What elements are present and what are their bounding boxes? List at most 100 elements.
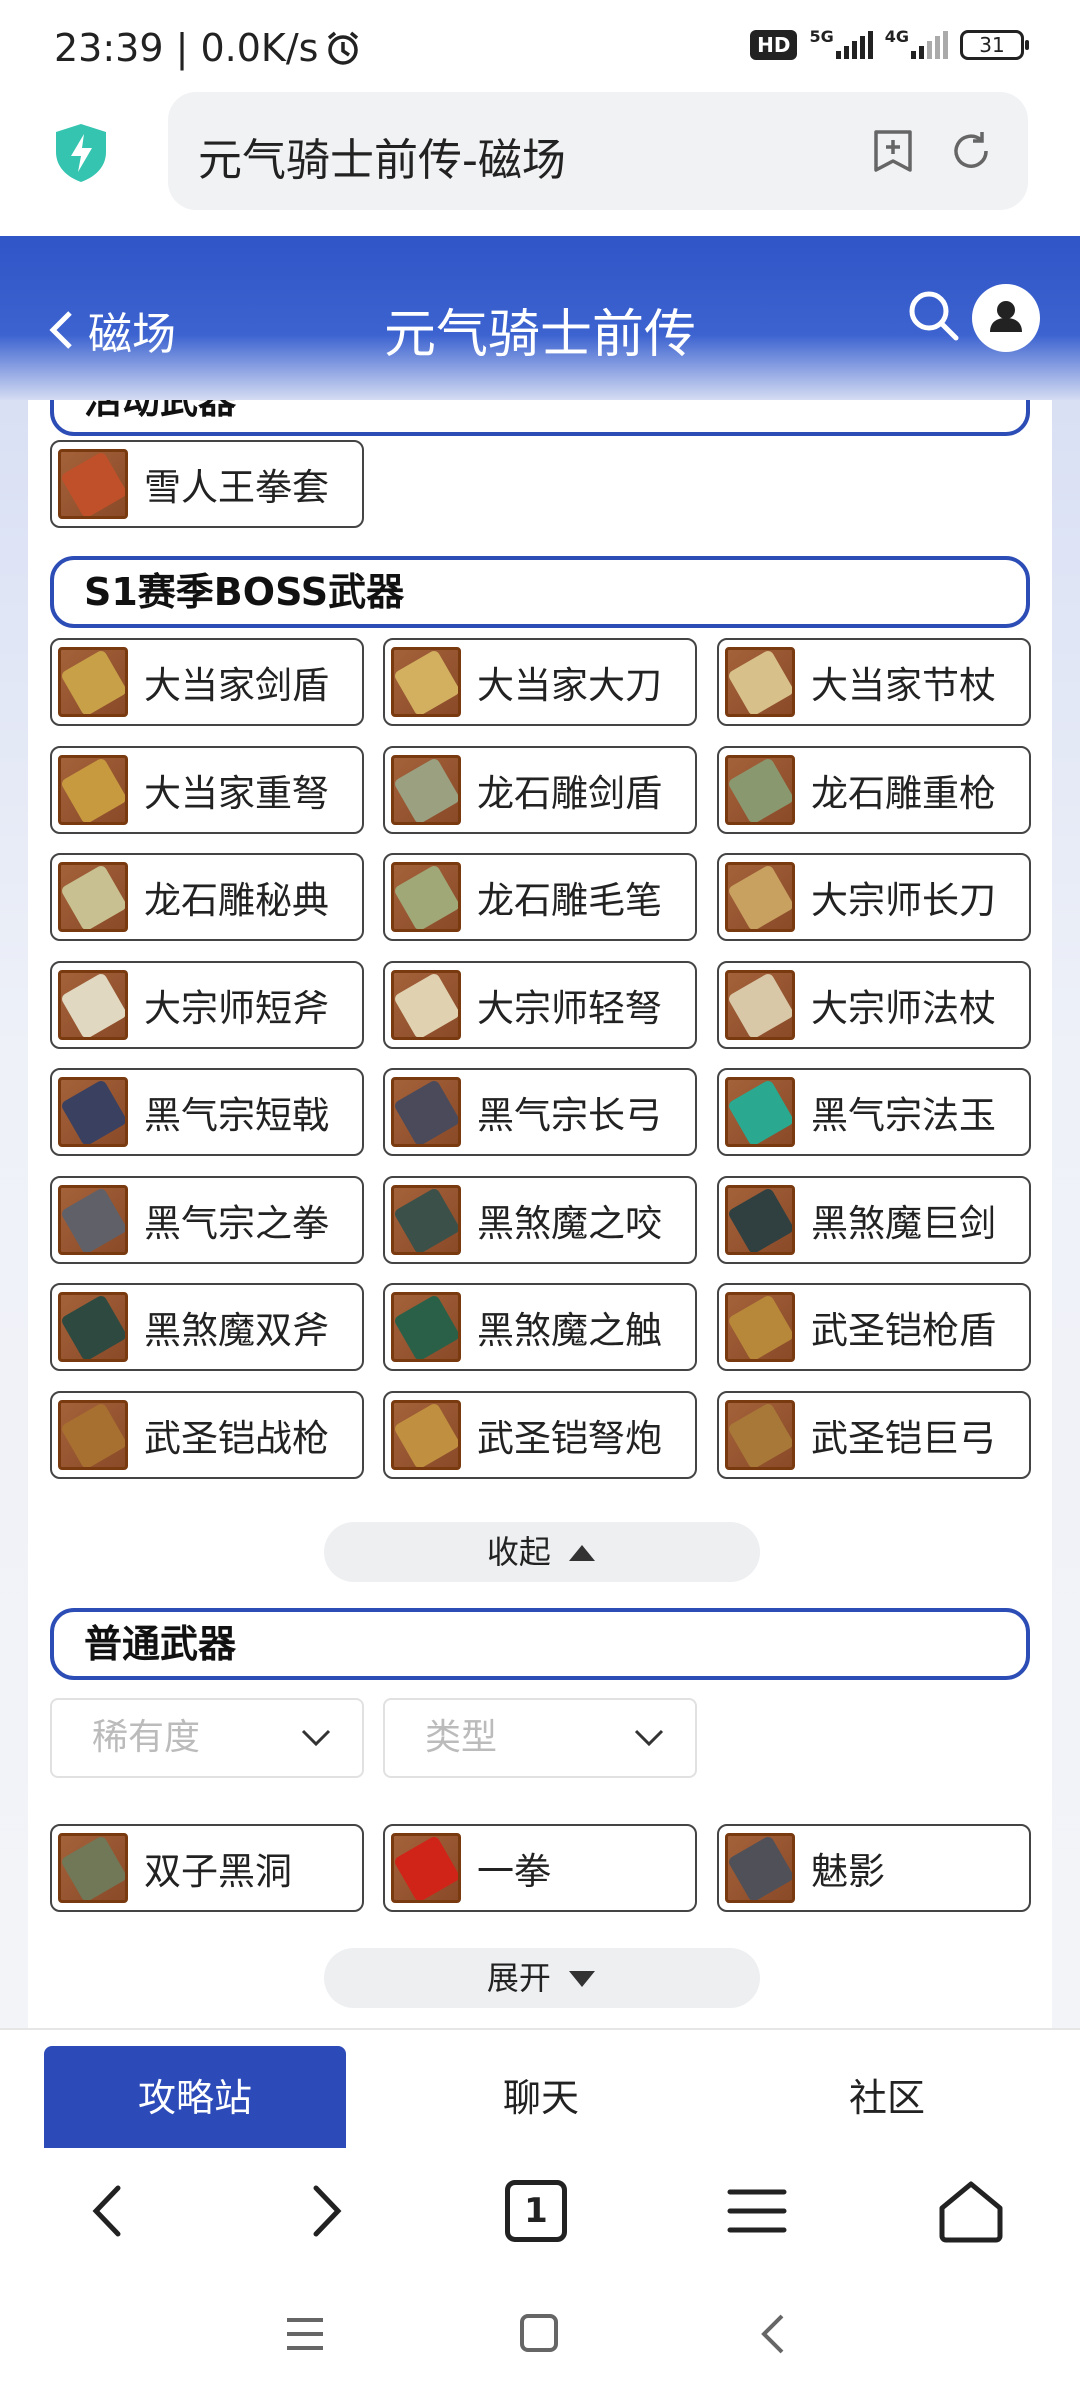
browser-nav-bar: 1	[0, 2148, 1080, 2268]
heavy-crossbow-icon	[58, 754, 128, 825]
signal-icon	[911, 31, 948, 59]
status-bar: 23:39 | 0.0K/s HD 5G 4G 31	[0, 0, 1080, 92]
add-bookmark-icon[interactable]	[870, 128, 916, 174]
tabs-count-button[interactable]: 1	[505, 2180, 567, 2242]
triangle-up-icon	[569, 1545, 596, 1561]
dragon-sword-shield-icon	[391, 754, 461, 825]
weapon-card[interactable]: 大当家大刀	[383, 638, 697, 726]
weapon-card[interactable]: 大宗师短斧	[50, 960, 364, 1049]
weapon-card[interactable]: 龙石雕秘典	[50, 853, 364, 941]
weapon-card[interactable]: 龙石雕毛笔	[383, 853, 697, 941]
weapon-label: 大宗师法杖	[811, 986, 996, 1030]
weapon-label: 武圣铠战枪	[144, 1416, 329, 1460]
tome-icon	[58, 862, 128, 932]
reload-icon[interactable]	[948, 128, 994, 174]
alarm-icon	[328, 31, 359, 65]
back-arrow-icon[interactable]	[74, 2176, 144, 2246]
forward-arrow-icon[interactable]	[290, 2176, 360, 2246]
weapon-card[interactable]: 黑煞魔之触	[383, 1283, 697, 1371]
weapon-card[interactable]: 大宗师轻弩	[383, 960, 697, 1049]
weapon-card[interactable]: 黑气宗法玉	[717, 1068, 1031, 1156]
weapon-label: 龙石雕毛笔	[477, 879, 662, 922]
weapon-card[interactable]: 武圣铠巨弓	[717, 1390, 1031, 1479]
weapon-card[interactable]: 龙石雕剑盾	[383, 745, 697, 834]
weapon-label: 龙石雕重枪	[811, 771, 996, 815]
weapon-label: 魅影	[811, 1850, 885, 1893]
triangle-down-icon	[569, 1971, 596, 1987]
weapon-card[interactable]: 大宗师法杖	[717, 960, 1031, 1049]
fist-icon	[58, 1184, 128, 1255]
weapon-card[interactable]: 黑气宗短戟	[50, 1068, 364, 1156]
weapon-label: 大宗师长刀	[811, 879, 996, 922]
dragon-spear-icon	[725, 754, 795, 825]
expand-button[interactable]: 展开	[324, 1948, 760, 2008]
system-back-icon[interactable]	[756, 2312, 790, 2356]
weapon-label: 黑气宗长弓	[477, 1094, 662, 1137]
phantom-blade-icon	[725, 1833, 795, 1903]
weapon-card[interactable]: 大当家节杖	[717, 638, 1031, 726]
weapon-card[interactable]: 武圣铠弩炮	[383, 1390, 697, 1479]
section-header-activity: 活动武器	[50, 400, 1030, 436]
weapon-card[interactable]: 黑煞魔双斧	[50, 1283, 364, 1371]
weapon-card[interactable]: 一拳	[383, 1824, 697, 1912]
chevron-down-icon	[301, 1729, 331, 1747]
weapon-label: 武圣铠巨弓	[811, 1416, 996, 1460]
ballista-icon	[391, 1399, 461, 1470]
weapon-card[interactable]: 龙石雕重枪	[717, 745, 1031, 834]
weapon-label: 黑气宗之拳	[144, 1201, 329, 1245]
net-4g-label: 4G	[884, 26, 909, 46]
chevron-down-icon	[634, 1729, 664, 1747]
tab-community[interactable]: 社区	[736, 2046, 1038, 2150]
url-title[interactable]: 元气骑士前传-磁场	[198, 124, 566, 188]
sword-shield-icon	[58, 647, 128, 717]
weapon-card[interactable]: 雪人王拳套	[50, 440, 364, 528]
app-header: 磁场 元气骑士前传	[0, 236, 1080, 401]
weapon-card[interactable]: 武圣铠战枪	[50, 1390, 364, 1479]
avatar[interactable]	[972, 284, 1040, 352]
halberd-icon	[58, 1077, 128, 1147]
hd-badge: HD	[750, 30, 798, 60]
system-home-icon[interactable]	[518, 2312, 560, 2354]
type-placeholder: 类型	[425, 1717, 498, 1758]
weapon-card[interactable]: 大当家剑盾	[50, 638, 364, 726]
shield-icon[interactable]	[54, 122, 108, 184]
rarity-dropdown[interactable]: 稀有度	[50, 1698, 364, 1778]
collapse-button[interactable]: 收起	[324, 1522, 760, 1582]
net-5g-label: 5G	[809, 26, 834, 46]
status-time: 23:39 | 0.0K/s	[54, 26, 362, 70]
weapon-card[interactable]: 大宗师长刀	[717, 853, 1031, 941]
weapon-card[interactable]: 黑气宗长弓	[383, 1068, 697, 1156]
menu-icon[interactable]	[722, 2176, 792, 2246]
short-axe-icon	[58, 969, 128, 1040]
time-speed-text: 23:39 | 0.0K/s	[54, 26, 319, 70]
weapon-label: 大当家大刀	[477, 664, 662, 707]
tab-guide[interactable]: 攻略站	[44, 2046, 346, 2150]
weapon-card[interactable]: 魅影	[717, 1824, 1031, 1912]
type-dropdown[interactable]: 类型	[383, 1698, 697, 1778]
status-icons: HD 5G 4G 31	[750, 26, 1029, 60]
home-icon[interactable]	[936, 2176, 1006, 2246]
broad-blade-icon	[391, 647, 461, 717]
weapon-card[interactable]: 黑气宗之拳	[50, 1175, 364, 1264]
tab-chat[interactable]: 聊天	[390, 2046, 692, 2150]
weapon-card[interactable]: 黑煞魔之咬	[383, 1175, 697, 1264]
weapon-label: 大当家节杖	[811, 664, 996, 707]
section-header-normal: 普通武器	[50, 1608, 1030, 1680]
bottom-tab-bar: 攻略站 聊天 社区	[0, 2028, 1080, 2150]
weapon-card[interactable]: 双子黑洞	[50, 1824, 364, 1912]
weapon-label: 大宗师短斧	[144, 986, 329, 1030]
search-icon[interactable]	[904, 286, 964, 346]
black-hole-icon	[58, 1833, 128, 1903]
light-crossbow-icon	[391, 969, 461, 1040]
weapon-card[interactable]: 大当家重弩	[50, 745, 364, 834]
long-blade-icon	[725, 862, 795, 932]
bite-icon	[391, 1184, 461, 1255]
dual-axe-icon	[58, 1292, 128, 1362]
weapon-card[interactable]: 黑煞魔巨剑	[717, 1175, 1031, 1264]
tab-count: 1	[524, 2191, 548, 2231]
url-box[interactable]: 元气骑士前传-磁场	[168, 92, 1028, 210]
tentacle-icon	[391, 1292, 461, 1362]
weapon-card[interactable]: 武圣铠枪盾	[717, 1283, 1031, 1371]
weapon-label: 武圣铠弩炮	[477, 1416, 662, 1460]
recent-apps-icon[interactable]	[284, 2314, 326, 2354]
